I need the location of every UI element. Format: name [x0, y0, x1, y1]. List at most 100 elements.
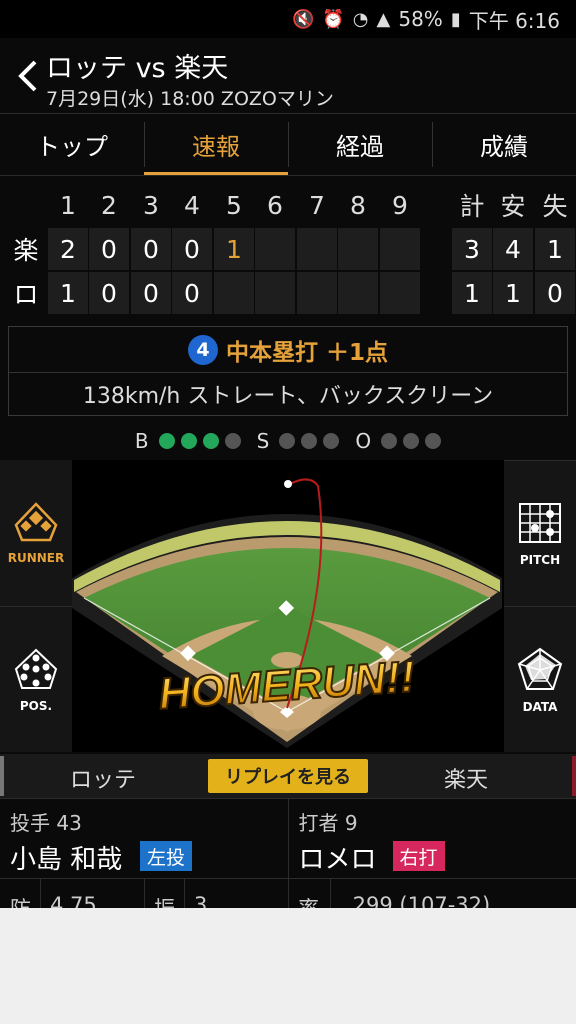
empty-area — [0, 908, 576, 1024]
inning-score — [214, 272, 254, 314]
tab-top[interactable]: トップ — [0, 114, 144, 175]
lotte-color-edge — [0, 756, 4, 796]
inning-score: 0 — [172, 228, 212, 270]
tab-progress[interactable]: 経過 — [288, 114, 432, 175]
total-runs: 1 — [452, 272, 492, 314]
balls-label: B — [134, 429, 149, 453]
pitcher-card[interactable]: 投手 43 小島 和哉 左投 — [0, 798, 288, 878]
divider — [288, 879, 289, 908]
play-detail: 138km/h ストレート、バックスクリーン — [82, 384, 494, 409]
position-button[interactable]: POS. — [0, 606, 72, 752]
ball-indicator — [180, 433, 197, 449]
data-button[interactable]: DATA — [504, 606, 576, 752]
tab-stats[interactable]: 成績 — [432, 114, 576, 175]
batter-card[interactable]: 打者 9 ロメロ 右打 — [287, 798, 576, 878]
era-value: 4.75 — [50, 893, 97, 908]
inning-header: 1 — [60, 190, 76, 220]
pitch-label: PITCH — [519, 552, 561, 567]
strikes-label: S — [256, 429, 270, 453]
divider — [184, 879, 185, 908]
batter-name: ロメロ — [298, 845, 377, 875]
mute-icon: 🔇 — [291, 8, 315, 30]
position-label: POS. — [19, 698, 53, 713]
strikeouts-value: 3 — [194, 893, 208, 908]
team-name-left[interactable]: ロッテ — [70, 762, 136, 794]
inning-header: 9 — [392, 190, 408, 220]
inning-score: 0 — [89, 228, 129, 270]
baseball-field-diagram: HOMERUN!! — [72, 478, 502, 748]
inning-score — [297, 228, 337, 270]
ball-strike-out-count: B S O — [0, 428, 576, 454]
total-errors: 0 — [535, 272, 575, 314]
team-abbr-lotte: ロ — [13, 280, 39, 309]
inning-score: 0 — [131, 272, 171, 314]
inning-header: 4 — [184, 190, 200, 220]
status-bar: 🔇 ⏰ ◔ ▲ 58% ▮ 下午 6:16 — [0, 0, 576, 38]
replay-button[interactable]: リプレイを見る — [208, 759, 368, 793]
runner-button[interactable]: RUNNER — [0, 460, 72, 606]
battery-level: 58% — [398, 7, 443, 31]
inning-score — [380, 272, 420, 314]
inning-header: 7 — [309, 190, 325, 220]
batter-order-badge: 4 — [187, 334, 218, 365]
strike-indicator — [323, 433, 340, 449]
runner-icon — [14, 502, 58, 542]
stats-row: 防 4.75 振 3 率 .299 (107-32) — [0, 878, 576, 908]
play-result-text: 中本塁打 ＋1点 — [225, 339, 388, 366]
strike-indicator — [301, 433, 318, 449]
game-title: ロッテ vs 楽天 — [46, 53, 229, 84]
game-header: ロッテ vs 楽天 7月29日(水) 18:00 ZOZOマリン — [0, 38, 576, 114]
era-label: 防 — [10, 893, 31, 908]
pitcher-hand-badge: 左投 — [140, 841, 193, 871]
team-abbr-rakuten: 楽 — [13, 236, 39, 265]
hits-header: 安 — [500, 192, 526, 221]
pitch-button[interactable]: PITCH — [504, 460, 576, 606]
back-arrow-icon[interactable] — [14, 56, 42, 96]
clock: 下午 6:16 — [468, 8, 560, 33]
out-indicator — [403, 433, 420, 449]
inning-header: 6 — [267, 190, 283, 220]
tab-live[interactable]: 速報 — [144, 114, 288, 175]
inning-header: 2 — [101, 190, 117, 220]
out-indicator — [425, 433, 442, 449]
scoreboard: 1 2 3 4 5 6 7 8 9 計 安 失 楽 2 0 0 0 1 3 4 … — [0, 184, 576, 318]
data-label: DATA — [522, 699, 558, 714]
pitcher-role: 投手 43 — [10, 811, 82, 835]
total-errors: 1 — [535, 228, 575, 270]
tab-bar: トップ 速報 経過 成績 — [0, 114, 576, 176]
inning-header: 3 — [143, 190, 159, 220]
ball-indicator — [202, 433, 219, 449]
inning-score — [338, 272, 378, 314]
divider — [40, 879, 41, 908]
rakuten-color-edge — [572, 756, 576, 796]
inning-score — [338, 228, 378, 270]
inning-score — [380, 228, 420, 270]
wifi-icon: ◔ — [352, 8, 369, 30]
team-name-right[interactable]: 楽天 — [444, 762, 488, 794]
team-bar: ロッテ リプレイを見る 楽天 — [0, 754, 576, 798]
total-hits: 1 — [493, 272, 533, 314]
strike-indicator — [279, 433, 296, 449]
inning-score: 0 — [131, 228, 171, 270]
total-runs-header: 計 — [459, 192, 485, 221]
inning-header: 5 — [226, 190, 242, 220]
game-datetime-venue: 7月29日(水) 18:00 ZOZOマリン — [46, 88, 334, 110]
strikeouts-label: 振 — [154, 893, 175, 908]
avg-label: 率 — [298, 893, 319, 908]
field-panel: RUNNER POS. PITCH DATA HOMERUN!! — [0, 460, 576, 752]
batter-hand-badge: 右打 — [392, 841, 445, 871]
avg-value: .299 (107-32) — [346, 893, 491, 908]
matchup-panel: 投手 43 小島 和哉 左投 打者 9 ロメロ 右打 — [0, 798, 576, 878]
play-result-box: 4 中本塁打 ＋1点 138km/h ストレート、バックスクリーン — [8, 326, 568, 416]
total-runs: 3 — [452, 228, 492, 270]
pitch-grid-icon — [519, 502, 561, 543]
divider — [144, 879, 145, 908]
play-result-header: 4 中本塁打 ＋1点 — [9, 327, 567, 373]
radar-chart-icon — [517, 647, 563, 690]
outs-label: O — [355, 429, 372, 453]
inning-score — [255, 272, 295, 314]
divider — [330, 879, 331, 908]
inning-header: 8 — [350, 190, 366, 220]
inning-score — [255, 228, 295, 270]
inning-score: 0 — [89, 272, 129, 314]
